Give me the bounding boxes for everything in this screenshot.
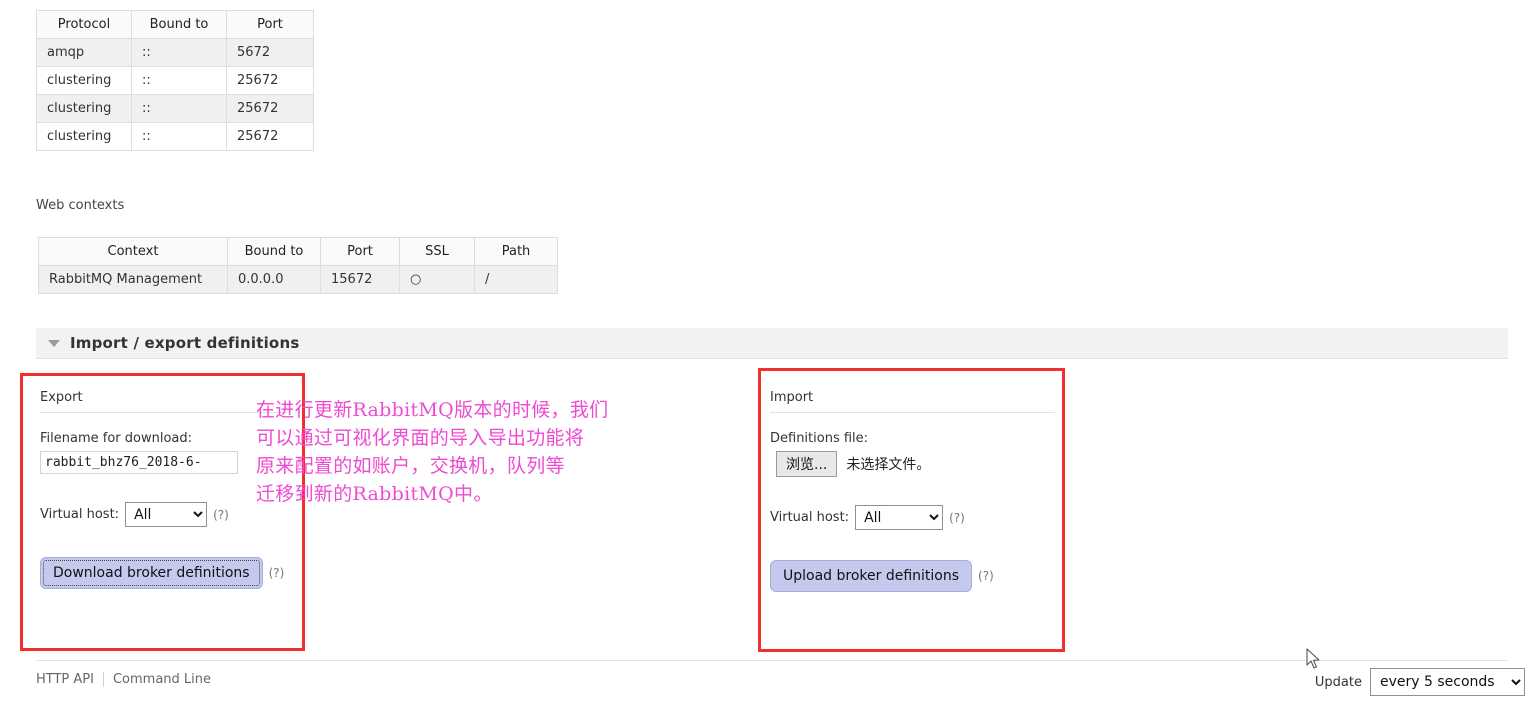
import-vhost-hint[interactable]: (?) <box>949 511 965 525</box>
export-divider <box>40 412 288 413</box>
export-vhost-select[interactable]: All <box>125 502 208 527</box>
file-selection-status: 未选择文件。 <box>846 457 931 473</box>
cell-context: RabbitMQ Management <box>38 265 228 294</box>
import-divider <box>770 412 1055 413</box>
import-vhost-select[interactable]: All <box>855 505 944 530</box>
web-contexts-table: Context Bound to Port SSL Path RabbitMQ … <box>38 237 558 294</box>
cell-bound-to: :: <box>131 94 227 123</box>
cell-protocol: clustering <box>36 66 132 95</box>
column-header-ssl: SSL <box>399 237 475 266</box>
cell-bound-to: :: <box>131 38 227 67</box>
cell-port: 25672 <box>226 66 314 95</box>
column-header-bound-to: Bound to <box>131 10 227 39</box>
cell-port: 25672 <box>226 122 314 151</box>
cell-ssl: ○ <box>399 265 475 294</box>
import-vhost-label: Virtual host: <box>770 510 850 525</box>
upload-hint[interactable]: (?) <box>978 569 994 583</box>
column-header-port: Port <box>320 237 400 266</box>
update-area: Update every 5 seconds <box>1315 668 1525 696</box>
table-row: clustering :: 25672 <box>36 94 314 123</box>
import-panel: Import Definitions file: 浏览... 未选择文件。 Vi… <box>770 390 1060 592</box>
annotation-note-text: 在进行更新RabbitMQ版本的时候，我们 可以通过可视化界面的导入导出功能将 … <box>256 399 609 506</box>
download-broker-definitions-button[interactable]: Download broker definitions <box>40 557 263 589</box>
cell-protocol: amqp <box>36 38 132 67</box>
footer-divider <box>36 660 1508 661</box>
cell-port: 25672 <box>226 94 314 123</box>
update-label: Update <box>1314 674 1362 690</box>
table-row: RabbitMQ Management 0.0.0.0 15672 ○ / <box>38 265 558 294</box>
column-header-path: Path <box>474 237 558 266</box>
import-vhost-row: Virtual host: All (?) <box>770 505 1060 530</box>
cell-bound-to: :: <box>131 66 227 95</box>
cell-port: 5672 <box>226 38 314 67</box>
download-hint[interactable]: (?) <box>269 566 285 580</box>
import-export-section-header[interactable]: Import / export definitions <box>36 328 1508 359</box>
browse-file-button[interactable]: 浏览... <box>776 451 838 477</box>
section-title: Import / export definitions <box>70 334 300 352</box>
column-header-protocol: Protocol <box>36 10 132 39</box>
table-row: clustering :: 25672 <box>36 66 314 95</box>
footer-links: HTTP API Command Line <box>36 672 220 687</box>
import-button-row: Upload broker definitions (?) <box>770 560 1060 592</box>
table-header-row: Context Bound to Port SSL Path <box>38 237 558 266</box>
table-row: amqp :: 5672 <box>36 38 314 67</box>
listeners-table: Protocol Bound to Port amqp :: 5672 clus… <box>36 10 314 151</box>
import-heading: Import <box>770 390 814 405</box>
web-contexts-label: Web contexts <box>36 198 125 213</box>
cell-port: 15672 <box>320 265 400 294</box>
cell-protocol: clustering <box>36 122 132 151</box>
export-vhost-label: Virtual host: <box>40 507 120 522</box>
update-interval-select[interactable]: every 5 seconds <box>1370 668 1525 696</box>
column-header-port: Port <box>226 10 314 39</box>
definitions-file-label: Definitions file: <box>770 431 869 446</box>
cell-protocol: clustering <box>36 94 132 123</box>
filename-input[interactable] <box>40 451 238 474</box>
command-line-link[interactable]: Command Line <box>104 672 220 687</box>
cell-bound-to: 0.0.0.0 <box>227 265 321 294</box>
export-button-row: Download broker definitions (?) <box>40 557 298 589</box>
table-header-row: Protocol Bound to Port <box>36 10 314 39</box>
definitions-file-row: 浏览... 未选择文件。 <box>776 451 1060 477</box>
column-header-bound-to: Bound to <box>227 237 321 266</box>
export-vhost-hint[interactable]: (?) <box>213 508 229 522</box>
mouse-cursor-icon <box>1306 648 1320 669</box>
triangle-down-icon <box>48 339 60 347</box>
http-api-link[interactable]: HTTP API <box>36 672 103 687</box>
cell-path: / <box>474 265 558 294</box>
cell-bound-to: :: <box>131 122 227 151</box>
upload-broker-definitions-button[interactable]: Upload broker definitions <box>770 560 973 592</box>
column-header-context: Context <box>38 237 228 266</box>
table-row: clustering :: 25672 <box>36 122 314 151</box>
